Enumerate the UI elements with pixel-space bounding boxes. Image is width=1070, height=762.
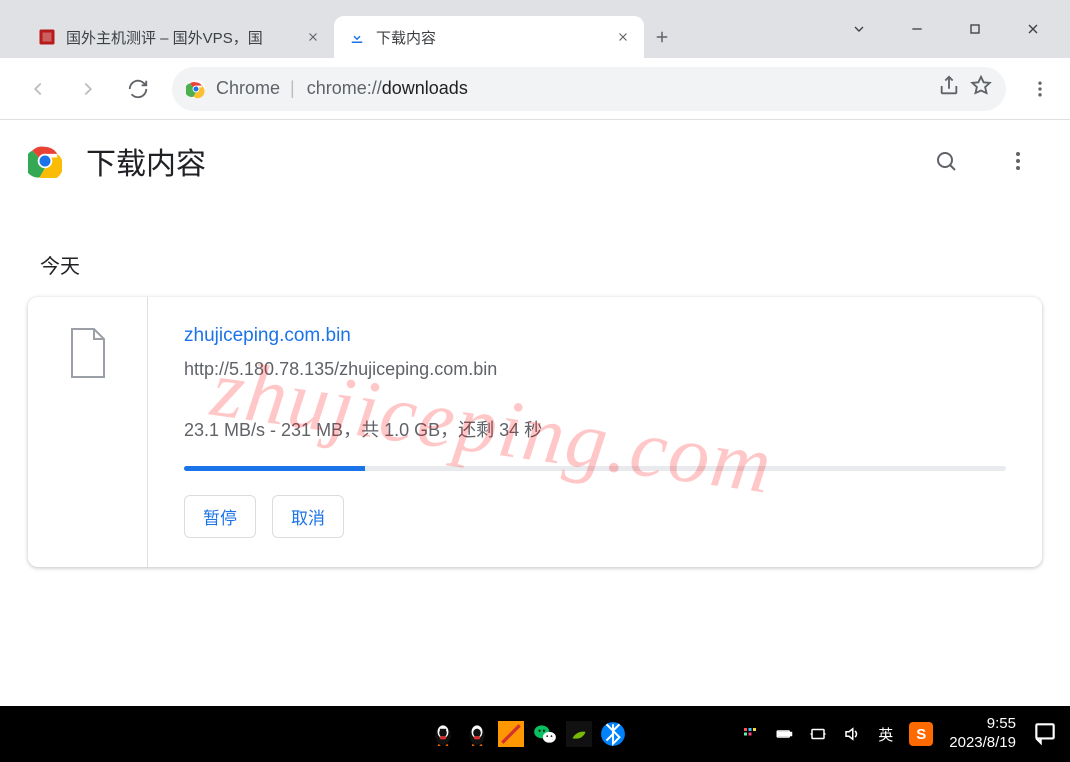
page-header: 下载内容 [0,120,1070,202]
new-tab-button[interactable] [644,16,680,58]
url-path: downloads [382,78,468,98]
taskbar-app-orange[interactable] [498,721,524,747]
bookmark-icon[interactable] [970,75,992,102]
browser-menu-button[interactable] [1018,67,1062,111]
cancel-button[interactable]: 取消 [272,495,344,538]
close-icon[interactable] [614,28,632,46]
page-content: 今天 zhujiceping.com.bin http://5.180.78.1… [0,202,1070,607]
window-controls [830,0,1062,58]
windows-taskbar: 英 S 9:55 2023/8/19 [0,706,1070,762]
tray-overflow-icon[interactable] [740,724,760,744]
close-icon[interactable] [304,28,322,46]
notifications-icon[interactable] [1032,720,1058,749]
pause-button[interactable]: 暂停 [184,495,256,538]
separator: | [290,78,295,99]
tab-title: 国外主机测评 – 国外VPS，国 [66,27,294,48]
tab-active[interactable]: 下载内容 [334,16,644,58]
volume-icon[interactable] [842,724,862,744]
taskbar-app-bluetooth[interactable] [600,721,626,747]
tray-icons [740,724,862,744]
browser-tabstrip: 国外主机测评 – 国外VPS，国 下载内容 [0,0,1070,58]
omnibox-actions [938,75,992,102]
chrome-logo-icon [28,144,62,178]
taskbar-clock[interactable]: 9:55 2023/8/19 [949,715,1016,753]
section-today-label: 今天 [40,250,1042,279]
download-icon [348,28,366,46]
chevron-down-icon[interactable] [830,9,888,49]
clock-date: 2023/8/19 [949,734,1016,753]
taskbar-app-wechat[interactable] [532,721,558,747]
download-filename-link[interactable]: zhujiceping.com.bin [184,325,1006,347]
page-menu-button[interactable] [994,137,1042,185]
downloads-page: zhujiceping.com 下载内容 今天 zhujiceping.com. [0,120,1070,706]
address-bar[interactable]: Chrome | chrome://downloads [172,67,1006,111]
download-status-text: 23.1 MB/s - 231 MB，共 1.0 GB，还剩 34 秒 [184,416,1006,442]
tab-inactive-0[interactable]: 国外主机测评 – 国外VPS，国 [24,16,334,58]
download-card: zhujiceping.com.bin http://5.180.78.135/… [28,297,1042,567]
chrome-icon [186,79,206,99]
ime-sogou-icon[interactable]: S [909,722,933,746]
tab-title: 下载内容 [376,27,604,48]
url-prefix: chrome:// [307,78,382,98]
site-favicon [38,28,56,46]
site-chip-label: Chrome [216,78,280,99]
download-progress-bar [184,466,1006,471]
reload-button[interactable] [116,67,160,111]
window-close-button[interactable] [1004,9,1062,49]
download-source-url: http://5.180.78.135/zhujiceping.com.bin [184,359,1006,380]
taskbar-app-qq-1[interactable] [430,721,456,747]
search-button[interactable] [922,137,970,185]
battery-icon[interactable] [774,724,794,744]
back-button[interactable] [16,67,60,111]
window-maximize-button[interactable] [946,9,1004,49]
site-info-chip[interactable]: Chrome | [186,78,295,99]
forward-button[interactable] [66,67,110,111]
download-file-icon [28,297,148,567]
share-icon[interactable] [938,75,960,102]
page-title: 下载内容 [86,139,206,183]
network-icon[interactable] [808,724,828,744]
window-minimize-button[interactable] [888,9,946,49]
browser-toolbar: Chrome | chrome://downloads [0,58,1070,120]
taskbar-apps [430,721,626,747]
download-actions: 暂停 取消 [184,495,1006,538]
system-tray: 英 S 9:55 2023/8/19 [740,715,1058,753]
taskbar-app-nvidia[interactable] [566,721,592,747]
taskbar-app-qq-2[interactable] [464,721,490,747]
download-progress-fill [184,466,365,471]
clock-time: 9:55 [987,715,1016,734]
url-text: chrome://downloads [307,78,926,99]
download-body: zhujiceping.com.bin http://5.180.78.135/… [148,297,1042,567]
ime-language-indicator[interactable]: 英 [878,724,893,745]
